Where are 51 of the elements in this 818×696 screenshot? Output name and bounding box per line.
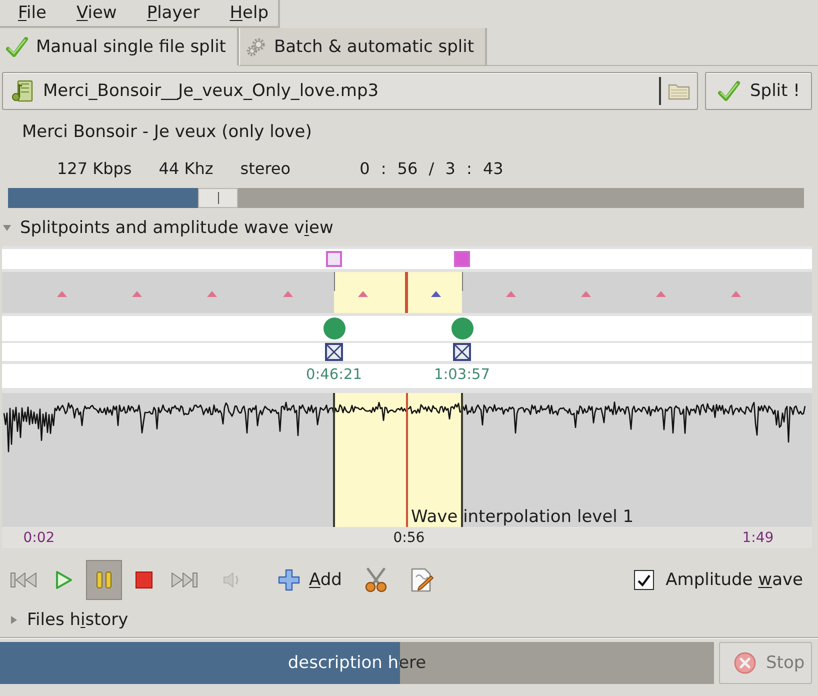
splitpoint-time: 0:46:21	[306, 367, 362, 383]
crossed-box-icon[interactable]	[325, 343, 343, 361]
splitpoint-guide-line	[334, 272, 335, 291]
split-button[interactable]: Split !	[705, 72, 812, 110]
stop-icon	[135, 571, 153, 589]
cancel-icon	[734, 652, 756, 674]
checkmark-icon	[718, 81, 740, 101]
splitpoint-handle-icon[interactable]	[323, 317, 346, 340]
splitpoint-time: 1:03:57	[434, 367, 490, 383]
menu-item[interactable]: Player	[138, 0, 208, 26]
pause-icon	[95, 570, 113, 590]
bitrate: 127 Kbps	[57, 158, 132, 178]
gears-icon	[246, 36, 266, 56]
add-button[interactable]: Add	[272, 560, 348, 600]
amplitude-wave-label[interactable]: Amplitude wave	[666, 570, 803, 590]
wave-caption: Wave interpolation level 1	[411, 507, 634, 527]
previous-track-icon	[10, 570, 38, 590]
tick-icon	[636, 574, 651, 586]
plus-icon	[278, 569, 300, 591]
pause-button[interactable]	[86, 560, 122, 600]
music-file-icon	[11, 80, 33, 102]
timeline-label: 0:56	[393, 530, 425, 546]
splitpoint-handle-icon[interactable]	[451, 317, 474, 340]
document-pencil-icon	[410, 567, 434, 593]
file-field[interactable]: Merci_Bonsoir__Je_veux_Only_love.mp3	[2, 72, 698, 110]
seek-slider[interactable]	[8, 188, 804, 208]
song-title: Merci Bonsoir - Je veux (only love)	[21, 122, 313, 142]
seek-thumb[interactable]	[198, 188, 238, 208]
menu-item[interactable]: View	[68, 0, 125, 26]
wave-view-expander[interactable]: Splitpoints and amplitude wave view	[0, 218, 334, 238]
hollow-splitpoint-marker[interactable]	[326, 251, 342, 267]
file-name: Merci_Bonsoir__Je_veux_Only_love.mp3	[43, 81, 379, 101]
amplitude-wave-checkbox[interactable]	[634, 570, 654, 590]
sample-rate: 44 Khz	[158, 158, 214, 178]
files-history-expander[interactable]: Files history	[0, 610, 128, 630]
filled-splitpoint-marker[interactable]	[454, 251, 470, 267]
checkmark-icon	[6, 36, 28, 56]
play-icon	[55, 570, 73, 590]
menu-item[interactable]: Help	[222, 0, 277, 26]
timeline-label: 0:02	[23, 530, 55, 546]
scissors-icon	[364, 567, 388, 593]
playback-time: 0 : 56 / 3 : 43	[360, 158, 504, 178]
menu-item[interactable]: File	[10, 0, 54, 26]
next-track-icon	[170, 570, 198, 590]
splitpoint-guide-line	[462, 272, 463, 291]
timeline-label: 1:49	[742, 530, 774, 546]
playback-cursor-line	[405, 272, 408, 313]
channel-mode: stereo	[240, 158, 291, 178]
crossed-box-icon[interactable]	[453, 343, 471, 361]
tab[interactable]: Batch & automatic split	[238, 28, 488, 66]
folder-icon	[668, 82, 690, 100]
